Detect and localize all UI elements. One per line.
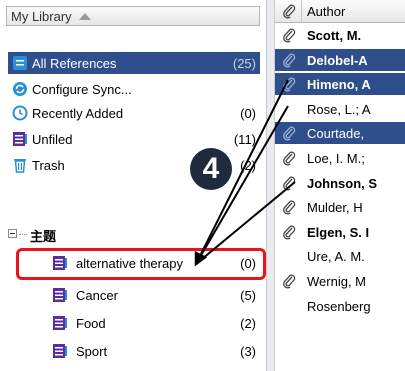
unfiled-icon [13,132,27,146]
sync-icon [13,82,27,96]
author-cell: Courtade, [307,126,365,141]
highlight-box [16,248,266,280]
table-row[interactable]: Himeno, A [275,73,405,95]
collapse-icon[interactable] [8,229,17,238]
library-pane: My Library All References (25) Configure… [0,0,266,371]
group-section-label: 主题 [30,229,57,244]
table-row[interactable]: Rose, L.; A [275,98,405,120]
tree-item-configure-sync[interactable]: Configure Sync... [8,78,260,100]
group-item-count: (5) [240,288,256,303]
column-header-row: Author [275,0,405,23]
author-cell: Wernig, M [307,274,366,289]
table-row[interactable]: Ure, A. M. [275,245,405,267]
author-cell: Delobel-A [307,53,368,68]
group-item-cancer[interactable]: Cancer (5) [48,284,260,306]
group-folder-icon [53,316,67,330]
column-header-attachment[interactable] [275,0,302,22]
group-folder-icon [53,344,67,358]
author-cell: Rosenberg [307,299,371,314]
paperclip-icon[interactable] [281,27,297,43]
callout-number-badge: 4 [190,148,232,190]
table-row[interactable]: Rosenberg [275,295,405,317]
tree-item-label: Recently Added [32,106,124,121]
author-cell: Rose, L.; A [307,102,371,117]
tree-item-count: (25) [232,56,256,71]
paperclip-icon[interactable] [281,125,297,141]
paperclip-icon[interactable] [281,273,297,289]
trash-icon [14,159,26,173]
tree-item-unfiled[interactable]: Unfiled (11) [8,128,260,150]
table-row[interactable]: Courtade, [275,122,405,144]
group-item-count: (2) [240,316,256,331]
tree-item-all-references[interactable]: All References (25) [8,52,260,74]
tree-item-count: (2) [240,158,256,173]
tree-item-count: (0) [240,106,256,121]
tree-item-label: All References [32,56,117,71]
column-header-author[interactable]: Author [307,4,345,19]
tree-item-label: Unfiled [32,132,73,147]
library-header-title: My Library [11,9,72,24]
paperclip-icon[interactable] [281,175,297,191]
group-item-sport[interactable]: Sport (3) [48,340,260,362]
sort-ascending-icon [79,13,91,20]
author-cell: Himeno, A [307,77,371,92]
tree-item-count: (11) [233,132,256,147]
table-row[interactable]: Wernig, M [275,270,405,292]
tree-connector [19,234,27,235]
group-folder-icon [53,288,67,302]
paperclip-icon[interactable] [281,150,297,166]
tree-item-recently-added[interactable]: Recently Added (0) [8,102,260,124]
library-header[interactable]: My Library [6,6,260,26]
paperclip-icon[interactable] [281,52,297,68]
tree-item-label: Trash [32,158,65,173]
table-row[interactable]: Delobel-A [275,49,405,71]
group-item-food[interactable]: Food (2) [48,312,260,334]
group-item-count: (3) [240,344,256,359]
author-cell: Johnson, S [307,176,378,191]
group-item-label: Food [76,316,106,331]
paperclip-icon[interactable] [281,76,297,92]
pane-splitter[interactable] [266,0,275,371]
author-cell: Scott, M. [307,28,362,43]
author-cell: Elgen, S. I [307,225,370,240]
table-row[interactable]: Mulder, H [275,196,405,218]
tree-item-label: Configure Sync... [32,82,132,97]
author-cell: Ure, A. M. [307,249,365,264]
author-cell: Loe, I. M.; [307,151,365,166]
table-row[interactable]: Scott, M. [275,24,405,46]
table-row[interactable]: Elgen, S. I [275,221,405,243]
group-item-label: Cancer [76,288,118,303]
author-cell: Mulder, H [307,200,363,215]
paperclip-icon[interactable] [281,224,297,240]
all-references-icon [13,56,27,70]
paperclip-icon[interactable] [281,199,297,215]
references-pane: Author Scott, M. Delobel-A Himeno, A Rose, … [275,0,405,371]
recently-added-icon [12,105,28,121]
table-row[interactable]: Loe, I. M.; [275,147,405,169]
table-row[interactable]: Johnson, S [275,172,405,194]
group-item-label: Sport [76,344,108,359]
paperclip-icon [283,4,296,19]
